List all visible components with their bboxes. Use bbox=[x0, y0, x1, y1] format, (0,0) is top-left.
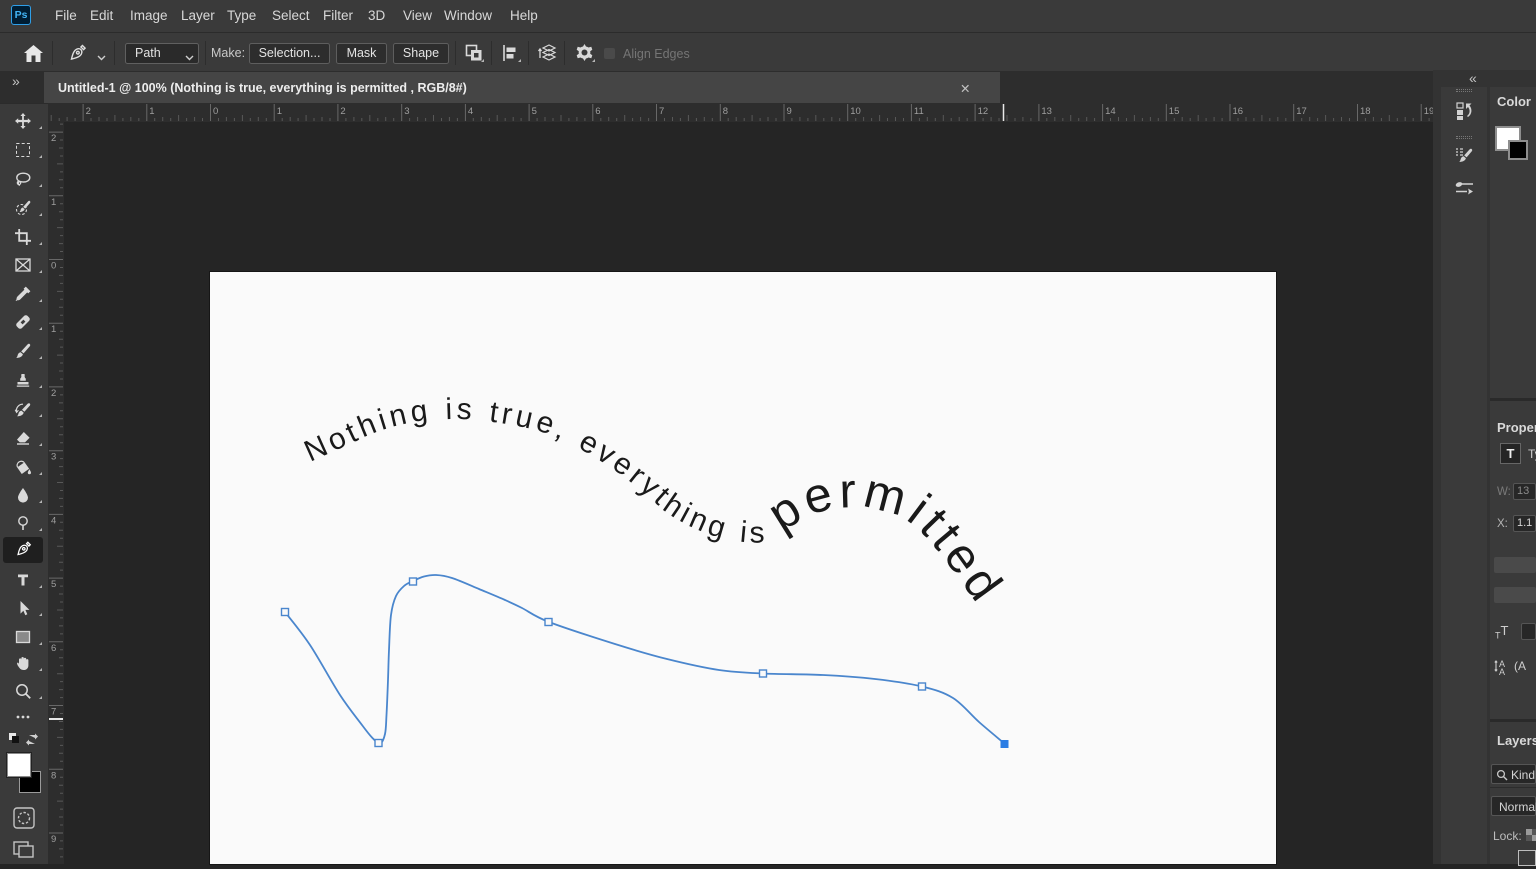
svg-text:15: 15 bbox=[1169, 106, 1180, 117]
svg-text:9: 9 bbox=[787, 106, 792, 117]
svg-text:16: 16 bbox=[1233, 106, 1244, 117]
svg-text:2: 2 bbox=[340, 106, 345, 117]
svg-text:2: 2 bbox=[51, 133, 56, 144]
svg-text:12: 12 bbox=[978, 106, 989, 117]
svg-text:7: 7 bbox=[659, 106, 664, 117]
svg-text:5: 5 bbox=[532, 106, 537, 117]
svg-text:10: 10 bbox=[850, 106, 861, 117]
svg-text:1: 1 bbox=[149, 106, 154, 117]
svg-text:17: 17 bbox=[1296, 106, 1307, 117]
svg-text:4: 4 bbox=[468, 106, 473, 117]
svg-text:2: 2 bbox=[86, 106, 91, 117]
svg-text:1: 1 bbox=[51, 324, 56, 335]
svg-text:3: 3 bbox=[51, 452, 56, 463]
svg-text:A: A bbox=[1499, 667, 1505, 676]
svg-text:3: 3 bbox=[404, 106, 409, 117]
svg-text:14: 14 bbox=[1105, 106, 1116, 117]
svg-text:1: 1 bbox=[277, 106, 282, 117]
svg-text:6: 6 bbox=[51, 643, 56, 654]
svg-text:13: 13 bbox=[1041, 106, 1052, 117]
svg-text:0: 0 bbox=[213, 106, 218, 117]
svg-text:9: 9 bbox=[51, 834, 56, 845]
svg-text:4: 4 bbox=[51, 515, 56, 526]
svg-text:11: 11 bbox=[914, 106, 924, 117]
svg-text:6: 6 bbox=[595, 106, 600, 117]
svg-text:19: 19 bbox=[1424, 106, 1433, 117]
svg-text:8: 8 bbox=[723, 106, 728, 117]
svg-text:18: 18 bbox=[1360, 106, 1371, 117]
svg-text:5: 5 bbox=[51, 579, 56, 590]
svg-text:8: 8 bbox=[51, 770, 56, 781]
svg-text:2: 2 bbox=[51, 388, 56, 399]
svg-text:7: 7 bbox=[51, 707, 56, 718]
svg-text:1: 1 bbox=[51, 197, 56, 208]
svg-text:0: 0 bbox=[51, 261, 56, 272]
